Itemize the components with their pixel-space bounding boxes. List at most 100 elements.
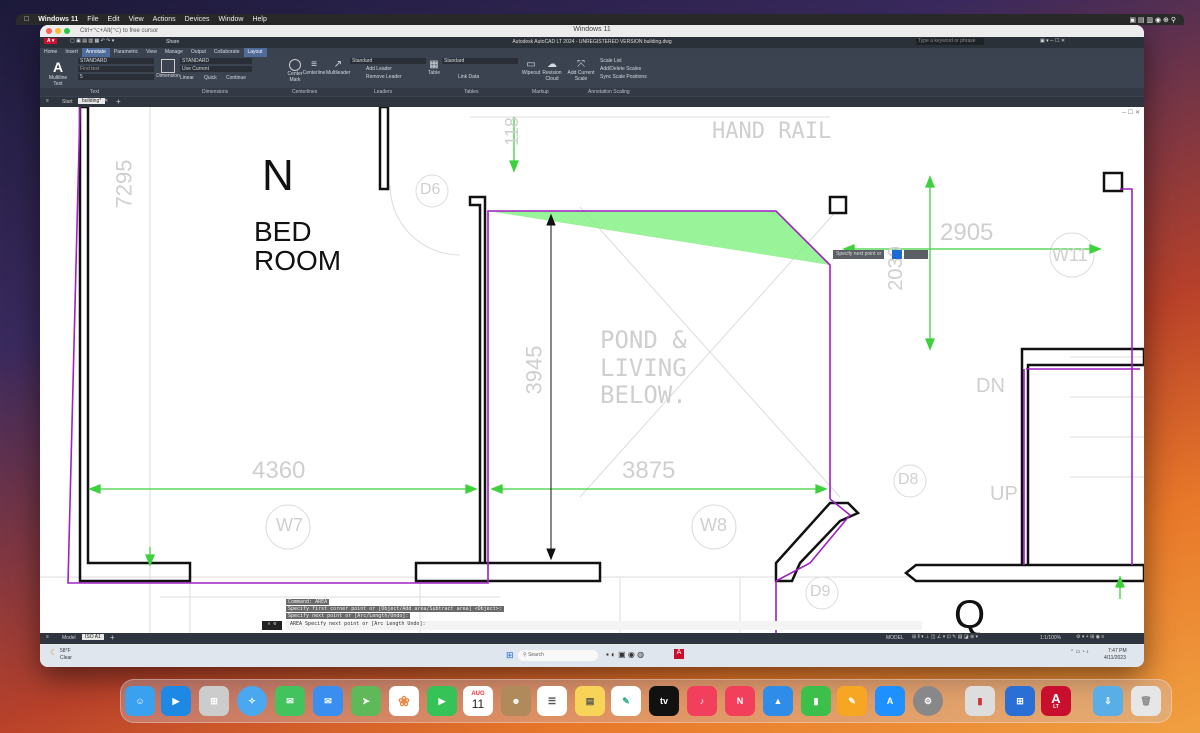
tv-icon[interactable]: tv	[649, 686, 679, 716]
reminders-icon[interactable]: ☰	[537, 686, 567, 716]
scale-list-button[interactable]: Scale List	[600, 58, 622, 64]
tray-icons[interactable]: ⌃ ▭ ◔ ♪	[1070, 649, 1089, 655]
panel-text[interactable]: Text	[90, 89, 99, 95]
add-layout-icon[interactable]: +	[110, 633, 115, 642]
revision-cloud-button[interactable]: ☁ Revision Cloud	[540, 59, 564, 82]
mail-icon[interactable]: ✉	[313, 686, 343, 716]
news-icon[interactable]: N	[725, 686, 755, 716]
taskbar-search[interactable]: ⚲ Search	[518, 650, 598, 661]
annotation-scale[interactable]: 1:1/100%	[1040, 635, 1061, 641]
menu-devices[interactable]: Devices	[185, 16, 210, 23]
pages-icon[interactable]: ✎	[837, 686, 867, 716]
tab-model[interactable]: Model	[62, 635, 76, 641]
tab-manage[interactable]: Manage	[161, 48, 187, 57]
menu-help[interactable]: Help	[252, 16, 266, 23]
new-tab-icon[interactable]: +	[116, 97, 121, 106]
music-icon[interactable]: ♪	[687, 686, 717, 716]
keynote-icon[interactable]: ▲	[763, 686, 793, 716]
tooltip-arrow-icon[interactable]	[892, 250, 902, 259]
status-right-icons[interactable]: ⚙ ▾ + ⊞ ◉ ≡	[1076, 634, 1104, 640]
parallels-icon[interactable]: ▮	[965, 686, 995, 716]
model-space-toggle[interactable]: MODEL	[886, 635, 904, 641]
apple-icon[interactable]: 	[24, 16, 29, 23]
tab-annotate[interactable]: Annotate	[81, 48, 110, 57]
weather-icon[interactable]: ☾	[50, 648, 57, 657]
text-height-input[interactable]: 5	[78, 74, 154, 80]
photos-icon[interactable]: ❀	[389, 686, 419, 716]
control-center-icon[interactable]: ▣ ▤ ▥ ◉ ⊕ ⚲	[1129, 16, 1176, 24]
dynamic-input-field[interactable]	[904, 250, 928, 259]
multileader-button[interactable]: ↗ Multileader	[326, 59, 350, 76]
launchpad-icon[interactable]: ⊞	[199, 686, 229, 716]
tab-insert[interactable]: Insert	[61, 48, 82, 57]
menu-window[interactable]: Window	[219, 16, 244, 23]
remove-leader-button[interactable]: Remove Leader	[366, 74, 402, 80]
windows-app-icon[interactable]: ⊞	[1005, 686, 1035, 716]
link-data-button[interactable]: Link Data	[458, 74, 479, 80]
add-current-scale-button[interactable]: ⤧ Add Current Scale	[566, 59, 596, 82]
tab-parametric[interactable]: Parametric	[110, 48, 142, 57]
finder-icon[interactable]: ☺	[125, 686, 155, 716]
messages-icon[interactable]: ✉	[275, 686, 305, 716]
mtext-button[interactable]: A Multiline Text	[46, 59, 70, 87]
dim-layer-select[interactable]: Use Current	[180, 66, 252, 72]
tab-output[interactable]: Output	[187, 48, 210, 57]
menu-app[interactable]: Windows 11	[38, 16, 78, 23]
trash-icon[interactable]: 🗑	[1131, 686, 1161, 716]
calendar-icon[interactable]: AUG 11	[463, 686, 493, 716]
status-tool-icons[interactable]: ⊞ ⫴ ▾ ⊥ ◫ ∠ ▾ ⊡ ✎ ▤ ◪ ⊕ ▾	[912, 634, 978, 640]
tab-home[interactable]: Home	[40, 48, 61, 57]
app-store-icon[interactable]: A	[875, 686, 905, 716]
start-icon[interactable]: ⊞	[506, 650, 514, 661]
contacts-icon[interactable]: ☻	[501, 686, 531, 716]
menu-edit[interactable]: Edit	[108, 16, 120, 23]
drawing-canvas[interactable]: N BED ROOM Q HAND RAIL POND & LIVING BEL…	[40, 107, 1144, 633]
layout-menu-icon[interactable]: ≡	[46, 634, 49, 640]
continue-button[interactable]: Continue	[226, 75, 246, 81]
table-button[interactable]: ▦ Table	[426, 59, 442, 76]
add-delete-scales-button[interactable]: Add/Delete Scales	[600, 66, 641, 72]
panel-markup[interactable]: Markup	[532, 89, 549, 95]
maps-icon[interactable]: ➤	[351, 686, 381, 716]
autocad-taskbar-icon[interactable]: A	[674, 649, 684, 659]
text-style-select[interactable]: STANDARD	[78, 58, 154, 64]
zoom-icon[interactable]: ▶	[161, 686, 191, 716]
wipeout-button[interactable]: ▭ Wipeout	[520, 59, 542, 76]
leader-style-select[interactable]: Standard	[350, 58, 426, 64]
dimension-button[interactable]: Dimension	[156, 59, 180, 79]
facetime-icon[interactable]: ▶	[427, 686, 457, 716]
freeform-icon[interactable]: ✎	[611, 686, 641, 716]
tab-building[interactable]: building*	[78, 98, 106, 104]
close-tab-icon[interactable]: ✕	[104, 98, 108, 104]
linear-button[interactable]: Linear	[180, 75, 194, 81]
downloads-icon[interactable]: ⇩	[1093, 686, 1123, 716]
centerline-button[interactable]: ≡ Centerline	[302, 59, 326, 76]
menu-file[interactable]: File	[87, 16, 98, 23]
panel-dimensions[interactable]: Dimensions	[202, 89, 228, 95]
find-text-input[interactable]: Find text	[78, 66, 154, 72]
add-leader-button[interactable]: Add Leader	[366, 66, 392, 72]
tab-start[interactable]: Start	[62, 99, 73, 105]
menu-view[interactable]: View	[129, 16, 144, 23]
table-style-select[interactable]: Standard	[442, 58, 518, 64]
safari-icon[interactable]: ✧	[237, 686, 267, 716]
command-input[interactable]: AREA Specify next point or [Arc Length U…	[286, 621, 922, 630]
autocad-lt-icon[interactable]: A LT	[1041, 686, 1071, 716]
tab-collaborate[interactable]: Collaborate	[210, 48, 244, 57]
notes-icon[interactable]: ▤	[575, 686, 605, 716]
tab-iso-a1[interactable]: ISO A1	[82, 634, 104, 640]
menu-icon[interactable]: ≡	[46, 98, 49, 104]
panel-tables[interactable]: Tables	[464, 89, 478, 95]
numbers-icon[interactable]: ▮	[801, 686, 831, 716]
panel-leaders[interactable]: Leaders	[374, 89, 392, 95]
quick-button[interactable]: Quick	[204, 75, 217, 81]
dim-style-select[interactable]: STANDARD	[180, 58, 252, 64]
window-controls[interactable]: ▣ ▾ ─ ☐ ✕	[1040, 38, 1065, 44]
taskbar-app-icons[interactable]: ▪ ◐ ▣ ◉ ◍	[606, 650, 644, 659]
menu-actions[interactable]: Actions	[153, 16, 176, 23]
search-input[interactable]: Type a keyword or phrase	[916, 38, 984, 45]
tab-view[interactable]: View	[142, 48, 161, 57]
tab-layout[interactable]: Layout	[243, 48, 267, 57]
viewport-controls-icon[interactable]: ─ ☐ ✕	[1122, 109, 1140, 116]
command-close-icon[interactable]: ✕ ⚙	[262, 621, 282, 630]
